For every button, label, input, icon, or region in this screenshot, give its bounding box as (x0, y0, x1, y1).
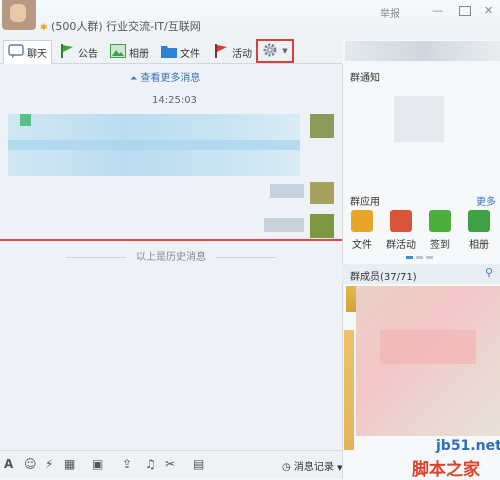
folder-icon (161, 44, 177, 61)
group-notice-title: 群通知 (350, 73, 380, 84)
minimize-button[interactable]: — (432, 4, 443, 17)
input-toolbar: A ☺ ⚡ ▦ ▣ ⇪ ♫ ✂ ▤ ◷ 消息记录 ▼ (0, 450, 343, 479)
view-more-messages-label: 查看更多消息 (140, 73, 201, 84)
sender-avatar[interactable] (310, 214, 334, 238)
chevron-down-icon: ▼ (282, 47, 288, 55)
chat-icon (8, 43, 24, 61)
tab-files-label: 文件 (180, 48, 200, 60)
tab-files[interactable]: 文件 (156, 40, 205, 64)
file-app-icon (351, 210, 373, 232)
tab-notice[interactable]: 公告 (54, 40, 103, 64)
app-album[interactable]: 相册 (459, 210, 499, 251)
pixelated-line (8, 140, 300, 150)
member-count-title: 群成员(37/71) (350, 272, 417, 283)
emoji-icon[interactable]: ☺ (24, 457, 37, 471)
app-checkin-label: 签到 (430, 240, 450, 251)
sender-avatar[interactable] (310, 182, 334, 204)
tab-chat[interactable]: 聊天 (3, 40, 52, 64)
tab-notice-label: 公告 (78, 48, 98, 60)
tab-album-label: 相册 (129, 48, 149, 60)
close-button[interactable]: ✕ (484, 4, 493, 17)
group-apps-title: 群应用 (350, 197, 380, 208)
history-divider-label: 以上是历史消息 (136, 252, 206, 263)
group-avatar[interactable] (2, 0, 36, 30)
pixelated-notice (394, 96, 444, 142)
pixelated-member-column (344, 330, 354, 450)
tab-album[interactable]: 相册 (105, 40, 154, 64)
message-records-label: 消息记录 (293, 462, 334, 473)
album-icon (110, 43, 126, 61)
apps-pager[interactable] (406, 256, 433, 259)
star-icon: ✱ (40, 23, 48, 33)
gear-icon (262, 42, 278, 61)
image-icon[interactable]: ▣ (92, 457, 103, 471)
pixelated-message-bubble (270, 184, 304, 198)
history-divider: 以上是历史消息 (0, 248, 342, 263)
group-name: ✱ (500人群) 行业交流-IT/互联网 (40, 18, 201, 34)
pixelated-message-bubble (264, 218, 304, 232)
app-group-activity-label: 群活动 (386, 240, 416, 251)
pixelated-banner (345, 41, 500, 61)
search-icon[interactable]: ⚲ (485, 266, 493, 279)
view-more-messages-link[interactable]: ⏶ 查看更多消息 (130, 69, 200, 84)
scissors-icon[interactable]: ✂ (165, 457, 175, 471)
group-activity-app-icon (390, 210, 412, 232)
clock-icon: ◷ (282, 462, 291, 473)
settings-menu-button[interactable]: ▼ (256, 39, 294, 63)
tab-activity[interactable]: 活动 (208, 40, 257, 64)
group-name-text: (500人群) 行业交流-IT/互联网 (51, 20, 201, 33)
message-timestamp: 14:25:03 (152, 95, 197, 106)
report-button[interactable]: 举报 (380, 5, 400, 20)
notice-flag-icon (59, 43, 75, 62)
app-file-label: 文件 (352, 240, 372, 251)
pixelated-member-item (380, 330, 476, 364)
music-icon[interactable]: ♫ (145, 457, 156, 471)
more-tools-icon[interactable]: ▤ (193, 457, 204, 471)
sender-avatar[interactable] (310, 114, 334, 138)
activity-flag-icon (213, 43, 229, 62)
checkin-app-icon (429, 210, 451, 232)
watermark-name: 脚本之家 (412, 460, 480, 480)
message-records-button[interactable]: ◷ 消息记录 ▼ (282, 458, 343, 473)
pixelated-emoji (20, 114, 31, 126)
tab-chat-label: 聊天 (27, 48, 47, 60)
app-checkin[interactable]: 签到 (420, 210, 460, 251)
app-album-label: 相册 (469, 240, 489, 251)
watermark-site: jb51.net (436, 438, 500, 454)
title-bar: ✱ (500人群) 行业交流-IT/互联网 举报 — ✕ (0, 0, 500, 40)
gift-icon[interactable]: ▦ (64, 457, 75, 471)
magic-wand-icon[interactable]: ⚡ (45, 457, 53, 471)
tab-activity-label: 活动 (232, 48, 252, 60)
maximize-button[interactable] (459, 6, 471, 16)
font-icon[interactable]: A (4, 457, 13, 471)
more-apps-link[interactable]: 更多 (476, 193, 496, 208)
upload-icon[interactable]: ⇪ (122, 457, 132, 471)
album-app-icon (468, 210, 490, 232)
app-group-activity[interactable]: 群活动 (381, 210, 421, 251)
clock-up-icon: ⏶ (130, 74, 138, 84)
app-file[interactable]: 文件 (342, 210, 382, 251)
